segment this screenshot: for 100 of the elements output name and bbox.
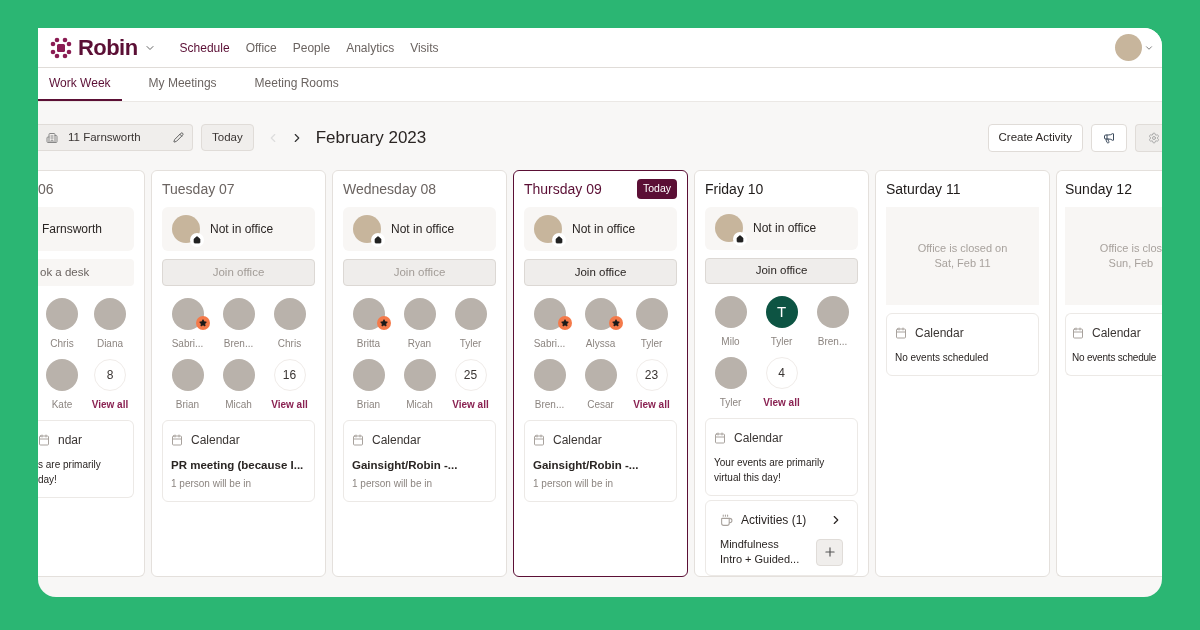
calendar-note: Your events are primarily virtual this day! bbox=[714, 456, 826, 485]
event-title[interactable]: Gainsight/Robin -... bbox=[352, 457, 487, 475]
calendar-note: No events schedule bbox=[1072, 351, 1158, 365]
day-title: Tuesday 07 bbox=[162, 179, 235, 199]
location-field[interactable]: 11 Farnsworth bbox=[38, 124, 193, 151]
view-all-link[interactable]: View all bbox=[452, 397, 489, 412]
calendar-icon bbox=[38, 434, 50, 446]
event-attendance: 1 person will be in bbox=[171, 477, 253, 492]
day-title: Saturday 11 bbox=[886, 179, 961, 199]
calendar-title: ndar bbox=[58, 432, 83, 449]
calendar-title: Calendar bbox=[372, 432, 421, 449]
calendar-icon bbox=[533, 434, 545, 446]
nav-link[interactable]: Visits bbox=[410, 38, 439, 57]
user-avatar-placeholder bbox=[353, 215, 381, 243]
person-name: Tyler bbox=[459, 337, 482, 351]
nav-link[interactable]: Office bbox=[245, 38, 277, 57]
building-icon bbox=[46, 131, 58, 144]
calendar-title: Calendar bbox=[734, 430, 783, 447]
view-all-link[interactable]: View all bbox=[91, 397, 129, 412]
person-name: Bren... bbox=[817, 335, 848, 349]
location-name: 11 Farnsworth bbox=[68, 129, 142, 145]
settings-icon bbox=[1148, 131, 1160, 144]
calendar-title: Calendar bbox=[191, 432, 240, 449]
closed-message: Office is closed on Sat, Feb 11 bbox=[917, 241, 1008, 271]
status-label: Not in office bbox=[753, 220, 817, 238]
person-name: Sabri... bbox=[533, 337, 566, 351]
status-label: Not in office bbox=[391, 221, 455, 238]
cup-icon bbox=[720, 513, 733, 527]
day-title: Wednesday 08 bbox=[343, 179, 437, 199]
event-attendance: 1 person will be in bbox=[533, 477, 615, 492]
view-all-link[interactable]: View all bbox=[763, 395, 800, 410]
event-title[interactable]: Gainsight/Robin -... bbox=[533, 457, 668, 475]
closed-message: Office is clos Sun, Feb bbox=[1099, 241, 1162, 271]
megaphone-icon bbox=[1103, 131, 1115, 144]
home-badge-icon bbox=[371, 233, 385, 247]
today-button[interactable]: Today bbox=[201, 124, 254, 151]
day-title: Friday 10 bbox=[705, 179, 764, 199]
megaphone-button[interactable] bbox=[1091, 123, 1127, 152]
person-name: Britta bbox=[356, 337, 381, 351]
nav-link[interactable]: People bbox=[292, 38, 331, 57]
view-all-link[interactable]: View all bbox=[271, 397, 308, 412]
calendar-title: Calendar bbox=[915, 325, 964, 342]
edit-icon[interactable] bbox=[173, 132, 184, 143]
calendar-icon bbox=[171, 434, 183, 446]
person-name: Brian bbox=[356, 398, 381, 412]
book-desk-field[interactable]: ok a desk bbox=[38, 259, 134, 286]
event-attendance: 1 person will be in bbox=[352, 477, 434, 492]
person-name: Bren... bbox=[534, 398, 565, 412]
join-office-button[interactable]: Join office bbox=[705, 257, 858, 284]
nav-link[interactable]: Schedule bbox=[179, 38, 230, 57]
join-office-button[interactable]: Join office bbox=[524, 259, 677, 286]
status-label: Not in office bbox=[210, 221, 274, 238]
person-name: Chris bbox=[50, 337, 74, 351]
initial-avatar: T bbox=[765, 296, 798, 328]
status-label: Not in office bbox=[572, 221, 636, 238]
nav-link[interactable]: Analytics bbox=[346, 38, 395, 57]
person-name: Chris bbox=[277, 337, 302, 351]
user-avatar-placeholder[interactable] bbox=[1115, 34, 1142, 61]
activity-title[interactable]: Mindfulness Intro + Guided... bbox=[720, 537, 800, 567]
person-name: Cesar bbox=[587, 398, 614, 412]
calendar-icon bbox=[1072, 327, 1084, 339]
view-all-link[interactable]: View all bbox=[633, 397, 670, 412]
person-name: Tyler bbox=[640, 337, 663, 351]
person-name: Micah bbox=[225, 398, 252, 412]
person-name: Alyssa bbox=[585, 337, 616, 351]
calendar-icon bbox=[714, 432, 726, 444]
settings-button[interactable] bbox=[1135, 123, 1162, 152]
calendar-title: Calendar bbox=[553, 432, 602, 449]
person-name: Kate bbox=[51, 398, 73, 412]
add-button[interactable] bbox=[816, 538, 843, 566]
person-name: Ryan bbox=[407, 337, 432, 351]
today-badge: Today bbox=[636, 179, 677, 199]
day-title: Thursday 09 bbox=[524, 179, 602, 199]
day-title: Sunday 12 bbox=[1065, 179, 1132, 199]
logo-icon bbox=[50, 36, 72, 59]
calendar-icon bbox=[895, 327, 907, 339]
calendar-title: Calendar bbox=[1092, 325, 1141, 342]
tab[interactable]: Meeting Rooms bbox=[243, 67, 350, 101]
plus-icon bbox=[822, 545, 837, 559]
home-badge-icon bbox=[733, 232, 747, 247]
person-name: Bren... bbox=[223, 337, 254, 351]
user-avatar-placeholder bbox=[172, 215, 200, 243]
calendar-icon bbox=[352, 434, 364, 446]
person-name: Diana bbox=[96, 337, 124, 351]
user-avatar-placeholder bbox=[534, 215, 562, 243]
calendar-note: No events scheduled bbox=[895, 351, 990, 365]
create-activity-button[interactable]: Create Activity bbox=[987, 123, 1083, 152]
brand-name[interactable]: Robin bbox=[78, 31, 138, 64]
tab[interactable]: My Meetings bbox=[137, 67, 228, 101]
tab[interactable]: Work Week bbox=[38, 67, 122, 101]
person-name: Brian bbox=[175, 398, 200, 412]
person-name: Tyler bbox=[770, 335, 793, 349]
home-badge-icon bbox=[552, 233, 566, 247]
status-label: Farnsworth bbox=[42, 221, 103, 238]
person-name: Sabri... bbox=[171, 337, 204, 351]
person-name: Tyler bbox=[719, 396, 742, 410]
home-badge-icon bbox=[190, 233, 204, 247]
event-title[interactable]: PR meeting (because I... bbox=[171, 457, 306, 475]
person-name: Micah bbox=[406, 398, 433, 412]
calendar-note: s are primarily day! bbox=[38, 458, 102, 487]
